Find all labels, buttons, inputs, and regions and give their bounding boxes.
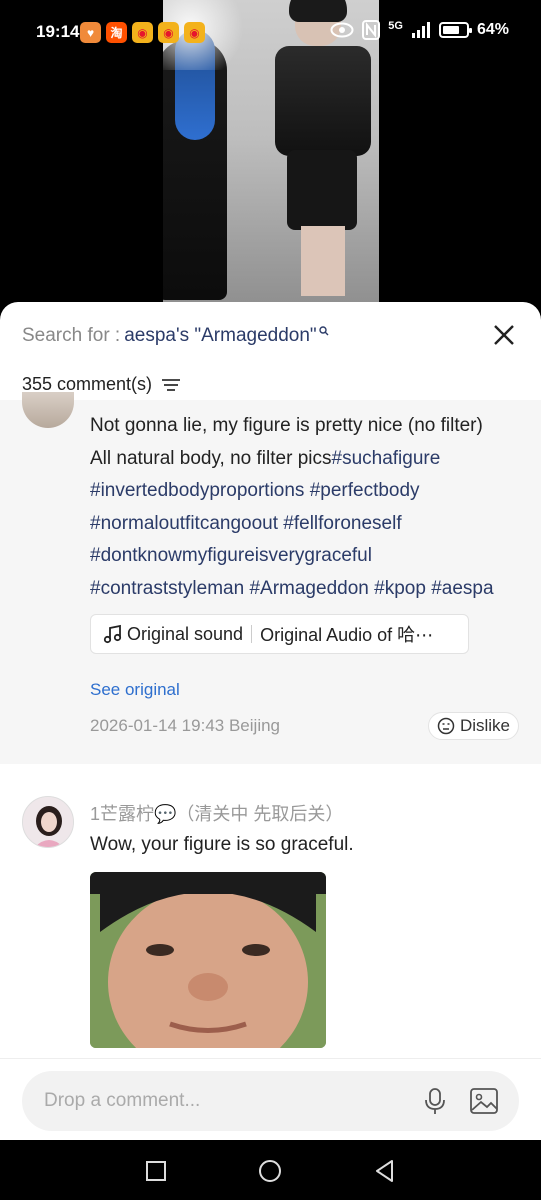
comment-sheet: Search for : aespa's "Armageddon" 355 co… [0, 302, 541, 1140]
comment-text: Not gonna lie, my figure is pretty nice … [90, 410, 520, 605]
search-term[interactable]: aespa's "Armageddon" [124, 325, 316, 347]
music-note-icon [103, 624, 122, 644]
comment-input-pill[interactable] [22, 1071, 519, 1131]
battery-icon [438, 22, 472, 38]
signal-icon [411, 22, 430, 38]
comment-timestamp: 2026-01-14 19:43 [90, 716, 225, 735]
weibo-app-icon: ◉ [158, 22, 179, 43]
highlighted-comment[interactable]: Not gonna lie, my figure is pretty nice … [0, 392, 541, 764]
comment-line: All natural body, no filter pics [90, 447, 332, 469]
recents-icon[interactable] [143, 1158, 169, 1184]
comment-meta: 2026-01-14 19:43 Beijing [90, 716, 280, 736]
notification-icons: ♥ 淘 ◉ ◉ ◉ [80, 22, 205, 43]
heart-app-icon: ♥ [80, 22, 101, 43]
avatar[interactable] [22, 392, 74, 428]
hashtag-link[interactable]: #perfectbody [310, 480, 420, 501]
avatar-portrait [23, 797, 73, 847]
hashtag-link[interactable]: #invertedbodyproportions [90, 480, 304, 501]
video-figure-left [163, 30, 227, 300]
search-icon [318, 326, 329, 336]
dislike-label: Dislike [459, 716, 510, 735]
search-suggestion[interactable]: Search for : aespa's "Armageddon" [22, 322, 519, 350]
home-icon[interactable] [257, 1158, 283, 1184]
weibo-app-icon: ◉ [132, 22, 153, 43]
hashtag-link[interactable]: #contraststyleman [90, 578, 244, 599]
taobao-app-icon: 淘 [106, 22, 127, 43]
comment-location: Beijing [228, 716, 281, 735]
dislike-button[interactable]: Dislike [427, 712, 519, 740]
sort-filter-icon[interactable] [162, 378, 181, 392]
back-icon[interactable] [372, 1158, 398, 1184]
close-icon[interactable] [489, 320, 519, 350]
status-time: 19:14 [36, 22, 80, 41]
hashtag-link[interactable]: #dontknowmyfigureisverygraceful [90, 545, 372, 566]
comment-text: Wow, your figure is so graceful. [90, 834, 354, 855]
hashtag-link[interactable]: #fellforoneself [283, 513, 401, 534]
search-prefix: Search for : [22, 325, 121, 346]
system-nav-bar [0, 1140, 541, 1200]
comment-username[interactable]: 1芒露柠💬（清关中 先取后关） [90, 800, 343, 826]
original-sound-chip[interactable]: Original sound Original Audio of 哈⋯ [90, 614, 469, 654]
comment-input[interactable] [44, 1071, 404, 1131]
status-bar: 19:14 ♥ 淘 ◉ ◉ ◉ 5G 64% [0, 0, 541, 66]
network-label: 5G [388, 20, 403, 32]
hashtag-link[interactable]: #Armageddon [249, 578, 368, 599]
image-icon[interactable] [468, 1085, 500, 1117]
microphone-icon[interactable] [420, 1086, 450, 1116]
hashtag-link[interactable]: #suchafigure [332, 448, 441, 469]
sound-label: Original sound [127, 623, 244, 644]
nfc-icon [362, 20, 381, 40]
battery-label: 64% [476, 21, 509, 38]
hashtag-link[interactable]: #aespa [431, 578, 493, 599]
comment-image[interactable] [90, 872, 326, 1048]
sound-detail: Original Audio of 哈⋯ [260, 625, 434, 645]
avatar[interactable] [22, 796, 74, 848]
hashtag-link[interactable]: #kpop [374, 578, 426, 599]
screen: 19:14 ♥ 淘 ◉ ◉ ◉ 5G 64% Search for : aesp… [0, 0, 541, 1200]
comment-line: Not gonna lie, my figure is pretty nice … [90, 415, 483, 436]
see-original-link[interactable]: See original [90, 680, 180, 700]
divider [251, 625, 253, 643]
weibo-app-icon: ◉ [184, 22, 205, 43]
comment-input-bar [0, 1058, 541, 1140]
status-right: 5G 64% [330, 20, 509, 40]
dislike-face-icon [437, 717, 455, 735]
eye-icon [330, 22, 354, 38]
face-photo [90, 872, 326, 1048]
hashtag-link[interactable]: #normaloutfitcangoout [90, 513, 278, 534]
